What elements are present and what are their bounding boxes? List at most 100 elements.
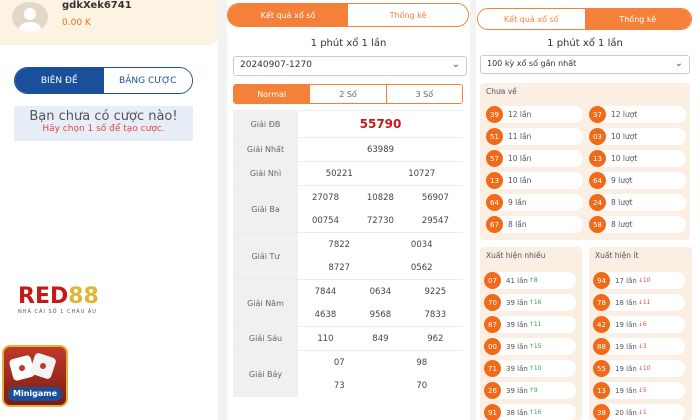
number-stat[interactable]: 00 39 lần ↑15 (484, 338, 576, 355)
prize-number: 98 (416, 357, 428, 368)
stat-count: 39 lần (506, 342, 528, 351)
tab-ket-qua[interactable]: Kết quả xổ số (478, 9, 585, 29)
red88-wordmark: RED88 (18, 286, 99, 308)
tab-bien-de[interactable]: BIÊN ĐỀ (15, 68, 104, 93)
section-title: Xuất hiện ít (595, 251, 639, 260)
trend-indicator: ↑8 (528, 277, 538, 284)
prize-number: 29547 (421, 215, 449, 226)
minigame-button[interactable]: Minigame (2, 345, 68, 407)
xuat-hien-nhieu-section: Xuất hiện nhiều 07 41 lần ↑8 70 39 lần ↑16 87 3… (480, 247, 582, 420)
number-stat[interactable]: 64 9 lượt (589, 172, 686, 189)
avatar[interactable] (12, 2, 48, 32)
number-ball: 57 (486, 150, 503, 167)
stat-count: 39 lần (506, 386, 528, 395)
prize-number: 63989 (366, 144, 395, 155)
history-range-select[interactable]: 100 kỳ xổ số gần nhất ⌄ (480, 55, 690, 74)
stat-count: 19 lần (615, 386, 637, 395)
number-stat[interactable]: 26 39 lần ↑9 (484, 382, 576, 399)
number-stat[interactable]: 87 39 lần ↑11 (484, 316, 576, 333)
number-ball: 13 (593, 382, 610, 399)
trend-indicator: ↑9 (528, 387, 538, 394)
prize-number: 10727 (408, 168, 436, 179)
number-stat[interactable]: 13 19 lần ↓5 (593, 382, 685, 399)
logo-word-red: RED (18, 284, 69, 309)
prize-number: 50221 (325, 168, 353, 179)
stat-count: 11 lần (508, 132, 532, 141)
number-stat[interactable]: 37 12 lượt (589, 106, 686, 123)
prize-row: Giải Tư 7822 0034 8727 0562 (233, 232, 463, 279)
number-ball: 71 (484, 360, 501, 377)
number-ball: 51 (486, 128, 503, 145)
prize-number: 7833 (424, 309, 447, 320)
number-stat[interactable]: 57 10 lần (486, 150, 583, 167)
number-ball: 64 (486, 194, 503, 211)
results-table: Giải ĐB 55790 Giải Nhất 63989 Giải Nhì 5… (233, 110, 463, 397)
number-stat[interactable]: 67 8 lần (486, 216, 583, 233)
prize-row: Giải Ba 27078 10828 56907 00754 72730 29… (233, 185, 463, 232)
number-stat[interactable]: 38 20 lần ↓1 (593, 404, 685, 420)
number-stat[interactable]: 07 41 lần ↑8 (484, 272, 576, 289)
number-stat[interactable]: 58 8 lượt (589, 216, 686, 233)
number-stat[interactable]: 03 10 lượt (589, 128, 686, 145)
number-ball: 13 (486, 172, 503, 189)
section-title: Xuất hiện nhiều (486, 251, 546, 260)
mode-2-so[interactable]: 2 Số (310, 85, 387, 103)
prize-number: 7822 (328, 239, 351, 250)
prize-label: Giải Tư (233, 233, 298, 279)
draw-select[interactable]: 20240907-1270 ⌄ (233, 56, 467, 76)
prize-number: 9568 (369, 309, 392, 320)
stat-count: 8 lần (508, 220, 527, 229)
xuat-hien-it-section: Xuất hiện ít 94 17 lần ↓10 78 18 lần ↓11 42 19 … (589, 247, 692, 420)
number-ball: 88 (593, 338, 610, 355)
stat-count: 38 lần (506, 408, 528, 417)
number-stat[interactable]: 88 19 lần ↓3 (593, 338, 685, 355)
number-stat[interactable]: 13 10 lần (486, 172, 583, 189)
mode-3-so[interactable]: 3 Số (386, 85, 462, 103)
number-stat[interactable]: 94 17 lần ↓10 (593, 272, 685, 289)
number-stat[interactable]: 91 38 lần ↑16 (484, 404, 576, 420)
stat-count: 10 lần (508, 176, 532, 185)
prize-label: Giải Bảy (233, 351, 298, 397)
number-stat[interactable]: 24 8 lượt (589, 194, 686, 211)
stat-count: 39 lần (506, 364, 528, 373)
number-stat[interactable]: 39 12 lần (486, 106, 583, 123)
tab-ket-qua[interactable]: Kết quả xổ số (228, 4, 348, 26)
tab-bang-cuoc[interactable]: BẢNG CƯỢC (103, 68, 192, 93)
mode-normal[interactable]: Normal (234, 85, 311, 103)
number-stat[interactable]: 70 39 lần ↑16 (484, 294, 576, 311)
tab-thong-ke[interactable]: Thống kê (348, 4, 468, 26)
prize-number: 0034 (410, 239, 433, 250)
stats-panel-tabs: Kết quả xổ số Thống kê (477, 8, 692, 30)
number-ball: 87 (484, 316, 501, 333)
number-ball: 37 (589, 106, 606, 123)
number-ball: 64 (589, 172, 606, 189)
stat-count: 10 lượt (611, 132, 638, 141)
number-stat[interactable]: 64 9 lần (486, 194, 583, 211)
number-stat[interactable]: 13 10 lượt (589, 150, 686, 167)
trend-indicator: ↑11 (528, 321, 542, 328)
number-ball: 00 (484, 338, 501, 355)
number-ball: 07 (484, 272, 501, 289)
number-stat[interactable]: 71 39 lần ↑10 (484, 360, 576, 377)
number-ball: 24 (589, 194, 606, 211)
number-stat[interactable]: 51 11 lần (486, 128, 583, 145)
logo-word-88: 88 (68, 284, 99, 309)
number-stat[interactable]: 78 18 lần ↓11 (593, 294, 685, 311)
stat-count: 41 lần (506, 276, 528, 285)
prize-row: Giải Nhì 50221 10727 (233, 161, 463, 185)
bet-tabs: BIÊN ĐỀ BẢNG CƯỢC (14, 67, 193, 94)
history-range-value: 100 kỳ xổ số gần nhất (487, 59, 577, 68)
tab-thong-ke[interactable]: Thống kê (584, 9, 691, 29)
prize-label: Giải Năm (233, 280, 298, 326)
prize-number: 10828 (366, 192, 394, 203)
number-stat[interactable]: 42 19 lần ↓6 (593, 316, 685, 333)
stat-count: 10 lượt (611, 154, 638, 163)
number-ball: 42 (593, 316, 610, 333)
results-title: 1 phút xổ 1 lần (310, 38, 387, 49)
stat-count: 19 lần (615, 320, 637, 329)
prize-number: 27078 (311, 192, 339, 203)
trend-indicator: ↓1 (637, 409, 647, 416)
stat-count: 18 lần (615, 298, 637, 307)
number-stat[interactable]: 55 19 lần ↓10 (593, 360, 685, 377)
prize-number: 849 (372, 333, 389, 344)
